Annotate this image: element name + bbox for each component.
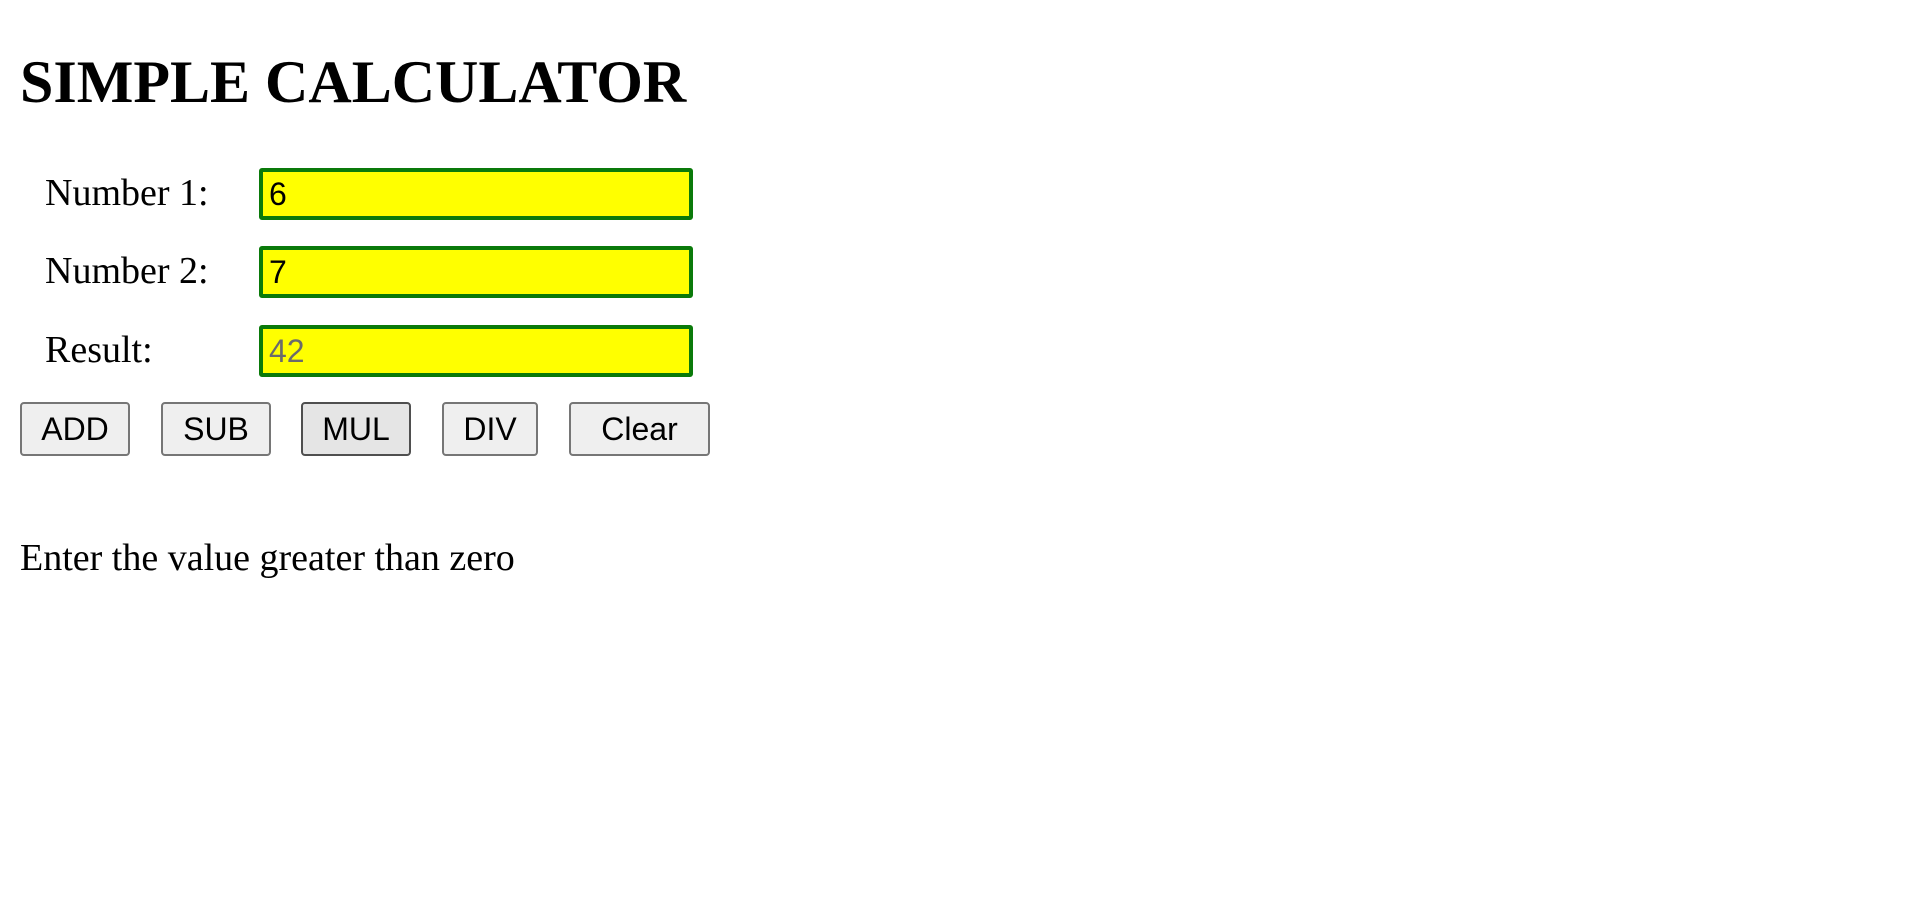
- div-button[interactable]: DIV: [442, 402, 538, 456]
- validation-message: Enter the value greater than zero: [20, 537, 515, 579]
- sub-button[interactable]: SUB: [161, 402, 271, 456]
- mul-button[interactable]: MUL: [301, 402, 411, 456]
- result-row: Result:: [0, 325, 720, 377]
- result-label: Result:: [45, 329, 153, 371]
- result-field: [259, 325, 693, 377]
- number1-label: Number 1:: [45, 172, 209, 214]
- clear-button[interactable]: Clear: [569, 402, 710, 456]
- calculator-page: SIMPLE CALCULATOR Number 1: Number 2: Re…: [0, 0, 1920, 915]
- add-button[interactable]: ADD: [20, 402, 130, 456]
- number2-label: Number 2:: [45, 250, 209, 292]
- number2-row: Number 2:: [0, 246, 720, 298]
- number1-input[interactable]: [259, 168, 693, 220]
- page-title: SIMPLE CALCULATOR: [20, 49, 687, 115]
- number2-input[interactable]: [259, 246, 693, 298]
- operation-buttons: ADD SUB MUL DIV Clear: [20, 402, 740, 456]
- number1-row: Number 1:: [0, 168, 720, 220]
